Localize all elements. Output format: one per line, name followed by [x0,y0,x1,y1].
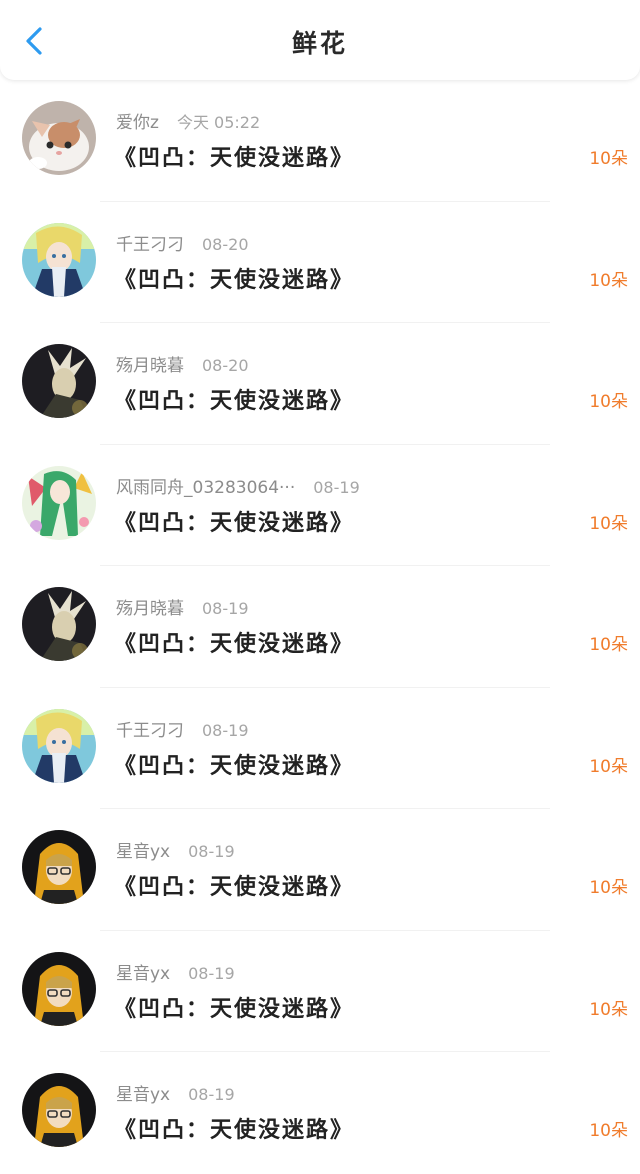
username[interactable]: 千王刁刁 [116,721,184,741]
list-item[interactable]: 殇月晓暮 08-20 《凹凸：天使没迷路》 10朵 [0,323,640,445]
gift-time: 08-20 [202,234,249,254]
gift-time: 08-19 [202,720,249,740]
username[interactable]: 千王刁刁 [116,235,184,255]
gift-time: 08-19 [188,1085,235,1104]
flower-count: 10朵 [589,513,628,534]
gift-time: 今天 05:22 [176,113,261,132]
gift-time: 08-19 [188,963,235,983]
avatar[interactable] [22,222,96,297]
username[interactable]: 星音yx [116,842,170,862]
gift-meta: 星音yx 08-19 [116,959,235,984]
page-title: 鲜花 [291,29,348,58]
flower-count: 10朵 [589,270,628,291]
flower-count: 10朵 [589,878,628,898]
avatar[interactable] [22,951,96,1026]
book-title: 《凹凸：天使没迷路》 [114,996,355,1022]
book-title: 《凹凸：天使没迷路》 [114,1118,355,1143]
username[interactable]: 爱你z [116,113,159,133]
username[interactable]: 星音yx [116,964,170,984]
avatar[interactable] [22,465,96,540]
gift-meta: 星音yx 08-19 [116,837,235,862]
gift-time: 08-19 [202,599,249,618]
top-bar: 鲜花 [0,0,640,80]
gift-meta: 爱你z 今天 05:22 [116,108,260,133]
avatar[interactable] [22,1073,96,1147]
avatar[interactable] [22,830,96,904]
gift-time: 08-19 [313,477,360,497]
gift-time: 08-19 [188,842,235,861]
list-item[interactable]: 星音yx 08-19 《凹凸：天使没迷路》 10朵 [0,1052,640,1174]
flower-gift-list: 爱你z 今天 05:22 《凹凸：天使没迷路》 10朵 千王刁刁 08-20 《凹凸… [0,80,640,1174]
list-item[interactable]: 星音yx 08-19 《凹凸：天使没迷路》 10朵 [0,809,640,931]
flower-count: 10朵 [589,1121,628,1141]
username[interactable]: 殇月晓暮 [116,356,184,376]
list-item[interactable]: 千王刁刁 08-19 《凹凸：天使没迷路》 10朵 [0,688,640,809]
flower-count: 10朵 [589,756,628,777]
book-title: 《凹凸：天使没迷路》 [114,753,355,779]
list-item[interactable]: 星音yx 08-19 《凹凸：天使没迷路》 10朵 [0,931,640,1052]
username[interactable]: 风雨同舟_03283064··· [116,478,295,498]
flower-count: 10朵 [589,149,628,169]
book-title: 《凹凸：天使没迷路》 [114,632,355,657]
book-title: 《凹凸：天使没迷路》 [114,267,355,293]
gift-meta: 千王刁刁 08-20 [116,230,249,255]
list-item[interactable]: 风雨同舟_03283064··· 08-19 《凹凸：天使没迷路》 10朵 [0,445,640,566]
avatar[interactable] [22,101,96,175]
list-item[interactable]: 殇月晓暮 08-19 《凹凸：天使没迷路》 10朵 [0,566,640,688]
book-title: 《凹凸：天使没迷路》 [114,875,355,900]
flower-count: 10朵 [589,635,628,655]
list-item[interactable]: 爱你z 今天 05:22 《凹凸：天使没迷路》 10朵 [0,80,640,202]
book-title: 《凹凸：天使没迷路》 [114,146,355,171]
gift-meta: 风雨同舟_03283064··· 08-19 [116,473,360,498]
gift-meta: 殇月晓暮 08-19 [116,594,249,619]
username[interactable]: 星音yx [116,1085,170,1105]
book-title: 《凹凸：天使没迷路》 [114,510,355,536]
list-item[interactable]: 千王刁刁 08-20 《凹凸：天使没迷路》 10朵 [0,202,640,323]
gift-meta: 殇月晓暮 08-20 [116,351,249,376]
avatar[interactable] [22,587,96,661]
gift-time: 08-20 [202,356,249,375]
flower-count: 10朵 [589,999,628,1020]
book-title: 《凹凸：天使没迷路》 [114,389,355,414]
gift-meta: 星音yx 08-19 [116,1080,235,1105]
username[interactable]: 殇月晓暮 [116,599,184,619]
avatar[interactable] [22,344,96,418]
avatar[interactable] [22,708,96,783]
gift-meta: 千王刁刁 08-19 [116,716,249,741]
flower-count: 10朵 [589,392,628,412]
